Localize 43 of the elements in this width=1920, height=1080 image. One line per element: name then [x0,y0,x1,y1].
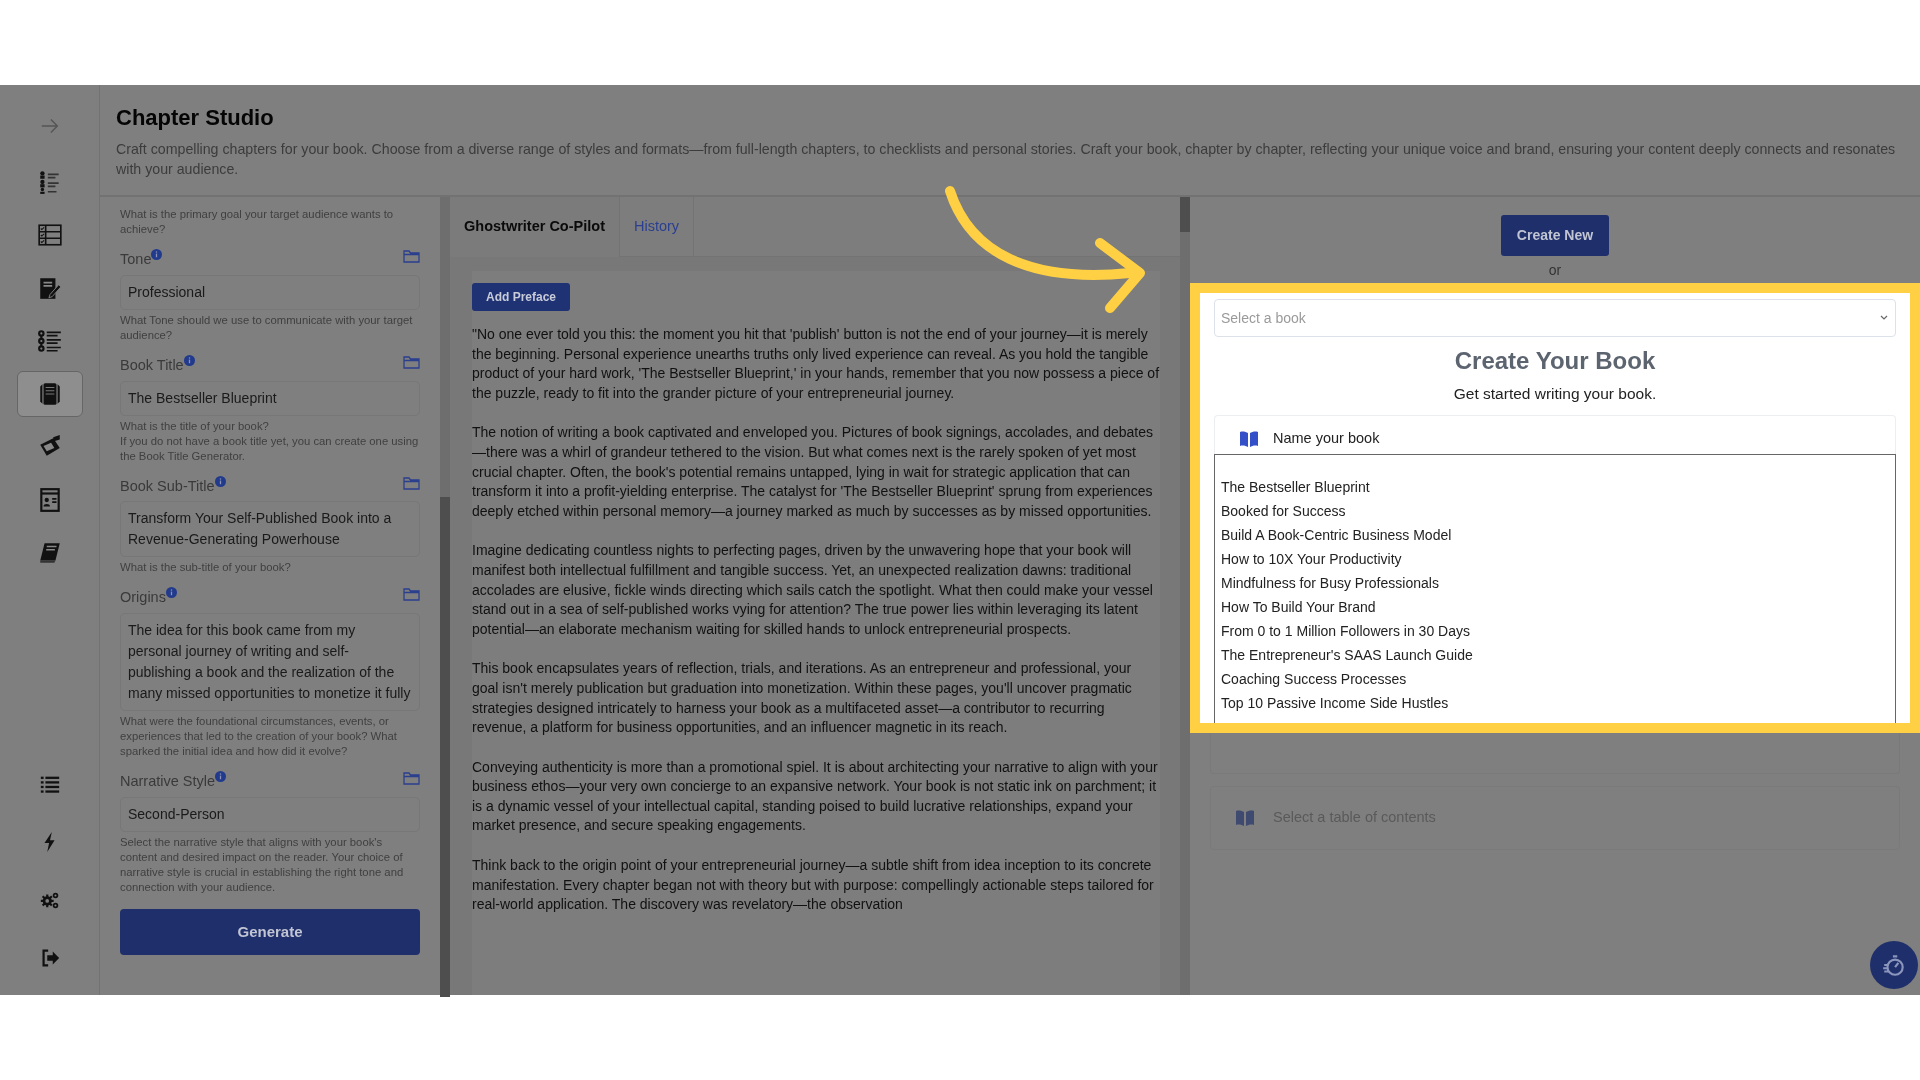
paragraph: This book encapsulates years of reflection, trials, and iterations. As an entrepreneur and professional, your goal isn't merely publication but graduation into monetization. Within these pages, you'll uncover pragmatic strategies designed intricately to harness your book as a multifaceted asset—a contributor to recurring revenue, a platform for business opportunities, and an influencer magnetic in its reach. [472,659,1133,738]
paragraph: Imagine dedicating countless nights to perfecting pages, driven by the unwavering hope that your book will manifest both intellectual fulfillment and tangible success. Yet, an unexpected realization dawns: traditional accolades are elusive, fickle winds directing which sails catch the spotlight. What then could make your vessel stand out in a sea of self-published works vying for attention? The true power lies within leveraging its latent potential—an elaborate mechanism waiting for skilled hands to unlock entrepreneurial prospects. [472,541,1154,639]
field-label: Book Title [120,355,184,375]
card-title: Name your book [1273,429,1380,449]
input-field[interactable]: Second-Person [120,796,420,832]
field-label: Narrative Style [120,772,216,791]
add-preface-button[interactable]: Add Preface [472,283,571,311]
input-field[interactable]: The idea for this book came from my personal journey of writing and self-publishing a book and the realization of the many missed opportunities to monetize it fully [120,613,420,711]
input-field[interactable]: Transform Your Self-Published Book into a Revenue-Generating Powerhouse [120,501,420,558]
field-label: Origins [120,588,166,608]
field-label: Tone [120,250,152,269]
placeholder-text: Select a book [1221,308,1306,328]
help-text: What Tone should we use to communicate with your target audience? [120,312,414,343]
book-option[interactable]: Booked for Success [1221,498,1889,523]
paragraph: Conveying authenticity is more than a promotional spiel. It is about architecting your narrative to align with your business ethos—your very own concierge to an expansive network. Your book is not static ink on parchment; it is a dynamic vessel of your intellectual capital, standing poised to build lucrative relationships, expand your market presence, and secure speaking engagements. [472,757,1159,836]
or-text: or [1548,261,1562,280]
help-text: Select the narrative style that aligns with your book's content and desired impact on the reader. Your choice of narrative style is crucial in establishing the right tone and connection with your audience. [120,834,405,895]
book-option[interactable]: The Entrepreneur's SAAS Launch Guide [1221,642,1889,667]
field-label: Book Sub-Title [120,476,215,496]
paragraph: Think back to the origin point of your entrepreneurial journey—a subtle shift from idea inception to its concrete manifestation. Every chapter began not with theory but with purpose: compellingly actionable steps tailored for real-world application. The discovery was revelatory—the observation [472,856,1155,915]
page-title: Chapter Studio [116,105,275,132]
book-option[interactable]: Mindfulness for Busy Professionals [1221,570,1889,595]
page-description: Craft compelling chapters for your book. Choose from a diverse range of styles and formats—from full-length chapters, to checklists and personal stories. Craft your book, chapter by chapter, reflecting your unique voice and brand, ensuring your content deeply connects and resonates with your audience. [116,140,1897,180]
help-text: If you do not have a book title yet, you can create one using the Book Title Generator. [120,433,420,464]
paragraph: The notion of writing a book captivated and enveloped you. Pictures of book signings, accolades, and debates—there was a whirl of grandeur tethered to the vision. But what comes next is the rarely spoken of yet most crucial chapter. Often, the book's potential remains untapped, lying in wait for strategic application that can transform it into a profit-yielding enterprise. The catalyst for 'The Bestseller Blueprint' sprung from experiences deeply etched within personal memory—a journey marked as much by successes as by missed opportunities. [472,423,1154,521]
book-option[interactable]: Top 10 Passive Income Side Hustles [1221,690,1889,715]
book-option[interactable]: Coaching Success Processes [1221,666,1889,691]
book-option[interactable]: From 0 to 1 Million Followers in 30 Days [1221,618,1889,643]
create-new-button[interactable]: Create New [1500,215,1610,256]
input-field[interactable]: Professional [120,274,420,310]
book-option[interactable]: The Bestseller Blueprint [1221,474,1889,499]
paragraph: "No one ever told you this: the moment you hit that 'publish' button is not the end of your journey—it is merely the beginning. Personal experience unearths truths only lived experience can reveal. As you hold the tangible product of your hard work, 'The Bestseller Blueprint,' in your hands, remember that you now possess a piece of the puzzle, ready to fit into the grander picture of your entrepreneurial journey. [472,325,1160,403]
subheading: Get started writing your book. [1452,383,1658,404]
help-text: What were the foundational circumstances, events, or experiences that led to the creation of your book? What sparked the initial idea and how did it evolve? [120,714,398,759]
generate-button[interactable]: Generate [120,908,420,955]
heading: Create Your Book [1453,347,1657,376]
book-option[interactable]: How to 10X Your Productivity [1221,546,1889,571]
book-option[interactable]: Build A Book-Centric Business Model [1221,522,1889,547]
help-text: What is the title of your book? [120,418,270,434]
help-text: What is the primary goal your target audience wants to achieve? [120,207,395,237]
input-field[interactable]: The Bestseller Blueprint [120,380,420,416]
help-text: What is the sub-title of your book? [120,560,292,576]
book-option[interactable]: How To Build Your Brand [1221,594,1889,619]
